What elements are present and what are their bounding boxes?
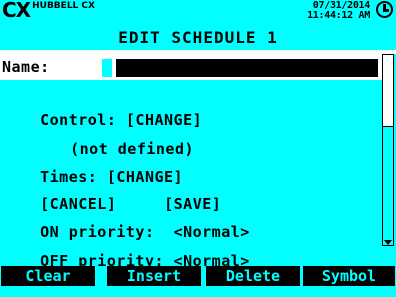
scrollbar[interactable] [382, 54, 394, 246]
cancel-button[interactable]: [CANCEL] [2, 168, 116, 213]
symbol-softkey[interactable]: Symbol [303, 266, 395, 286]
clear-softkey[interactable]: Clear [1, 266, 95, 286]
name-row[interactable]: Name: [0, 54, 382, 80]
insert-softkey[interactable]: Insert [107, 266, 201, 286]
off-priority-item[interactable]: OFF priority: <Normal> [2, 225, 250, 270]
softkey-bar: Clear Insert Delete Symbol [0, 266, 396, 286]
cx-logo: CX [2, 0, 31, 22]
clock-icon [376, 1, 393, 18]
status-bar: CX HUBBELL CX 07/31/2014 11:44:12 AM [0, 0, 396, 26]
text-cursor [102, 59, 112, 77]
name-label: Name: [2, 58, 50, 76]
time-text: 11:44:12 AM [307, 10, 370, 21]
times-change-item[interactable]: Times: [CHANGE] [2, 141, 183, 186]
datetime: 07/31/2014 11:44:12 AM [307, 1, 370, 21]
scroll-down-arrow-icon[interactable] [384, 240, 392, 245]
on-priority-item[interactable]: ON priority: <Normal> [2, 196, 250, 241]
schedule-form: Name: Control: [CHANGE] (not defined) Ti… [0, 54, 382, 270]
save-button[interactable]: [SAVE] [126, 168, 221, 213]
brand-logo: CX HUBBELL CX [2, 0, 95, 20]
brand-text: HUBBELL CX [32, 1, 95, 11]
control-change-item[interactable]: Control: [CHANGE] [2, 84, 202, 129]
page-title: EDIT SCHEDULE 1 [118, 28, 278, 47]
name-input[interactable] [116, 59, 378, 77]
scroll-thumb[interactable] [383, 55, 393, 127]
delete-softkey[interactable]: Delete [206, 266, 300, 286]
control-value: (not defined) [32, 113, 194, 158]
